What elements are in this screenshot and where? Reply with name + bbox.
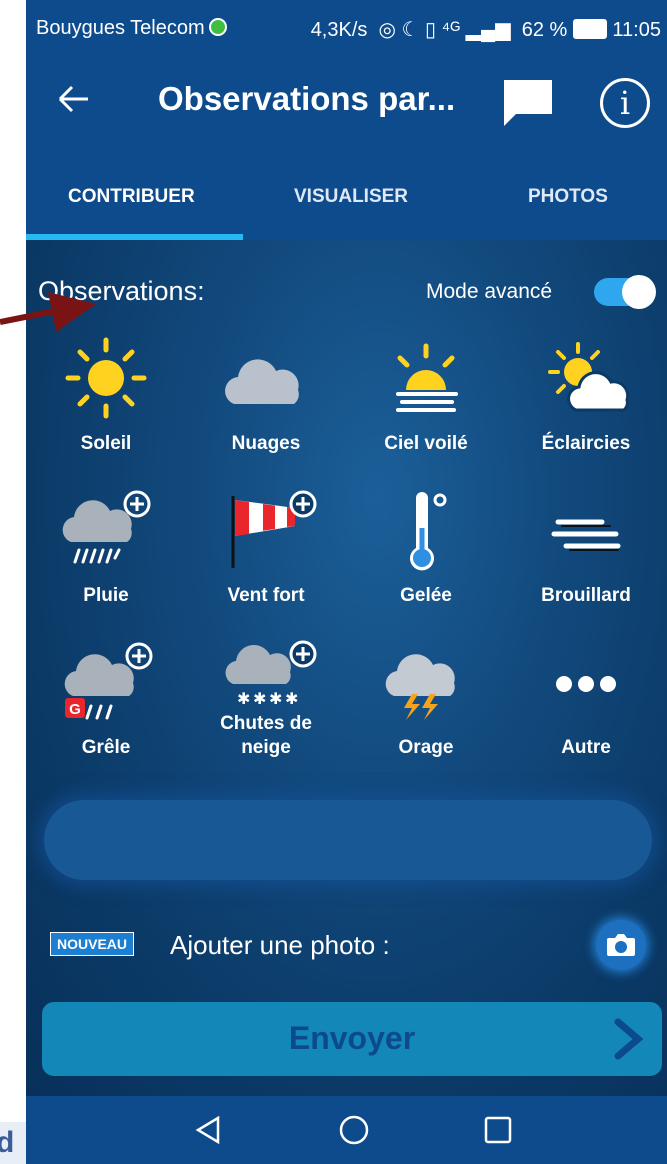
fog-icon bbox=[551, 519, 621, 551]
obs-label: Orage bbox=[398, 737, 454, 758]
obs-label: Vent fort bbox=[227, 585, 305, 606]
obs-label: Soleil bbox=[80, 433, 132, 454]
toggle-knob bbox=[622, 275, 656, 309]
battery-level: 62 % bbox=[521, 19, 568, 41]
more-icon bbox=[556, 676, 616, 692]
back-arrow-icon[interactable] bbox=[56, 82, 90, 123]
send-label: Envoyer bbox=[288, 1020, 416, 1056]
obs-pluie[interactable]: Pluie bbox=[26, 484, 186, 608]
camera-icon bbox=[607, 934, 635, 956]
obs-nuages[interactable]: Nuages bbox=[186, 332, 346, 456]
hail-icon: G bbox=[64, 642, 153, 720]
app-screen: Bouygues Telecom 4,3K/s ◎ ☾ ▯ ⁴ᴳ ▂▄▆ 62 … bbox=[26, 0, 667, 1164]
camera-button[interactable] bbox=[596, 920, 646, 970]
tab-visualiser[interactable]: VISUALISER bbox=[294, 186, 408, 208]
obs-gelee[interactable]: Gelée bbox=[346, 484, 506, 608]
thermometer-icon bbox=[410, 492, 447, 571]
snow-icon: ✱ ✱ ✱ ✱ bbox=[225, 640, 317, 708]
obs-grele[interactable]: G Grêle bbox=[26, 636, 186, 760]
obs-label: Pluie bbox=[83, 585, 129, 606]
obs-label: Éclaircies bbox=[541, 433, 631, 454]
page-title: Observations par... bbox=[158, 80, 456, 117]
sun-cloud-icon bbox=[548, 342, 630, 412]
add-photo-row: NOUVEAU Ajouter une photo : bbox=[26, 920, 667, 984]
status-icons: ◎ ☾ ▯ ⁴ᴳ ▂▄▆ bbox=[372, 19, 517, 41]
advanced-mode-toggle[interactable] bbox=[594, 275, 656, 309]
tab-bar: CONTRIBUER VISUALISER PHOTOS bbox=[26, 158, 667, 240]
system-nav-bar bbox=[26, 1096, 667, 1164]
obs-label: Gelée bbox=[400, 585, 452, 606]
annotation-arrow bbox=[0, 292, 96, 332]
obs-label: Brouillard bbox=[541, 585, 631, 606]
obs-eclaircies[interactable]: Éclaircies bbox=[506, 332, 666, 456]
cloud-icon bbox=[225, 359, 299, 404]
veiled-sun-icon bbox=[396, 343, 458, 412]
chevron-right-icon bbox=[614, 1018, 644, 1060]
tab-photos[interactable]: PHOTOS bbox=[528, 186, 608, 208]
svg-text:✱: ✱ bbox=[237, 689, 250, 708]
logo-fragment: d bbox=[0, 1122, 26, 1164]
nav-recents-icon[interactable] bbox=[482, 1114, 514, 1146]
obs-vent-fort[interactable]: Vent fort bbox=[186, 484, 346, 608]
app-bar: Observations par... i bbox=[26, 58, 667, 158]
status-bar: Bouygues Telecom 4,3K/s ◎ ☾ ▯ ⁴ᴳ ▂▄▆ 62 … bbox=[26, 0, 667, 58]
carrier-name: Bouygues Telecom bbox=[36, 17, 205, 39]
chat-icon[interactable] bbox=[502, 78, 554, 133]
nav-home-icon[interactable] bbox=[338, 1114, 370, 1146]
nav-back-icon[interactable] bbox=[192, 1114, 224, 1146]
hail-g-badge: G bbox=[69, 701, 81, 718]
obs-label: Chutes de neige bbox=[220, 713, 312, 758]
network-speed: 4,3K/s bbox=[310, 19, 368, 41]
add-photo-label: Ajouter une photo : bbox=[170, 930, 390, 960]
svg-text:✱: ✱ bbox=[253, 689, 266, 708]
obs-label: Nuages bbox=[231, 433, 301, 454]
carrier-dot-icon bbox=[208, 18, 227, 36]
svg-text:✱: ✱ bbox=[269, 689, 282, 708]
windsock-icon bbox=[231, 490, 317, 568]
obs-autre[interactable]: Autre bbox=[506, 636, 666, 760]
obs-ciel-voile[interactable]: Ciel voilé bbox=[346, 332, 506, 456]
tab-contribuer[interactable]: CONTRIBUER bbox=[68, 186, 195, 208]
storm-icon bbox=[385, 654, 455, 720]
obs-label: Autre bbox=[561, 737, 611, 758]
send-button[interactable]: Envoyer bbox=[42, 1002, 662, 1076]
clock: 11:05 bbox=[612, 19, 661, 41]
battery-icon bbox=[572, 19, 607, 39]
observation-selection-bar[interactable] bbox=[44, 800, 652, 880]
obs-chutes-de-neige[interactable]: ✱ ✱ ✱ ✱ Chutes de neige bbox=[186, 636, 346, 760]
rain-icon bbox=[62, 490, 151, 564]
info-icon[interactable]: i bbox=[600, 78, 650, 128]
advanced-mode-label: Mode avancé bbox=[426, 280, 553, 303]
svg-text:✱: ✱ bbox=[285, 689, 298, 708]
obs-brouillard[interactable]: Brouillard bbox=[506, 484, 666, 608]
obs-orage[interactable]: Orage bbox=[346, 636, 506, 760]
obs-label: Ciel voilé bbox=[384, 433, 468, 454]
obs-label: Grêle bbox=[81, 737, 131, 758]
new-badge: NOUVEAU bbox=[50, 932, 135, 956]
contribute-panel: Observations: Mode avancé Soleil Nuages … bbox=[26, 240, 667, 1096]
